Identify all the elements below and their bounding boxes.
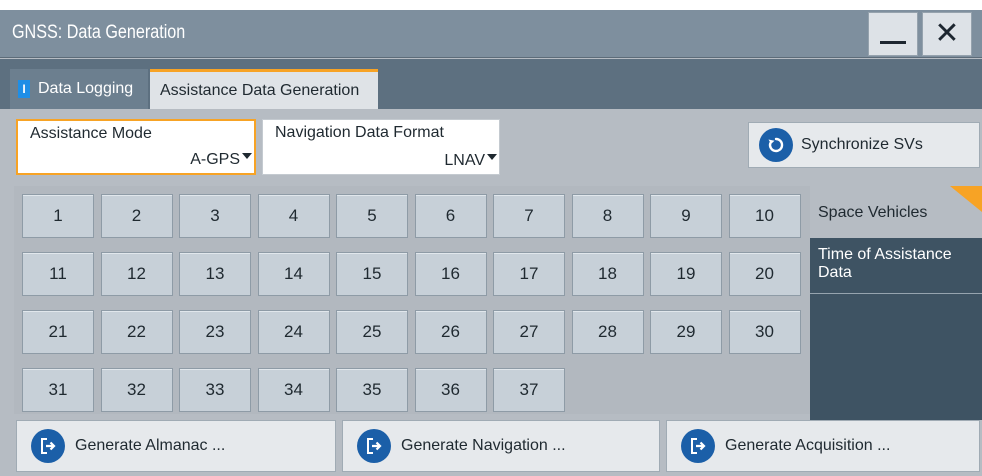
side-menu-space-vehicles[interactable]: Space Vehicles — [810, 186, 982, 238]
sv-button-26[interactable]: 26 — [414, 310, 487, 354]
refresh-icon — [759, 128, 793, 162]
active-marker — [950, 186, 982, 212]
tab-data-logging[interactable]: I Data Logging — [10, 69, 148, 109]
info-indicator-icon: I — [18, 80, 30, 98]
sv-button-32[interactable]: 32 — [100, 368, 173, 412]
sv-button-7[interactable]: 7 — [493, 194, 565, 238]
sv-button-6[interactable]: 6 — [414, 194, 487, 238]
sv-button-30[interactable]: 30 — [728, 310, 801, 354]
sv-button-2[interactable]: 2 — [100, 194, 173, 238]
sv-button-5[interactable]: 5 — [336, 194, 408, 238]
sv-button-1[interactable]: 1 — [22, 194, 94, 238]
sv-button-20[interactable]: 20 — [728, 252, 801, 296]
generate-acquisition-label: Generate Acquisition ... — [725, 437, 891, 454]
sv-button-14[interactable]: 14 — [257, 252, 330, 296]
generate-acquisition-button[interactable]: Generate Acquisition ... — [666, 420, 980, 472]
sv-button-19[interactable]: 19 — [650, 252, 722, 296]
export-icon — [681, 429, 715, 463]
title-bar: GNSS: Data Generation ✕ — [0, 10, 982, 58]
sv-button-23[interactable]: 23 — [179, 310, 251, 354]
sv-button-9[interactable]: 9 — [650, 194, 722, 238]
sv-button-18[interactable]: 18 — [571, 252, 644, 296]
generate-almanac-label: Generate Almanac ... — [75, 437, 226, 454]
sv-button-22[interactable]: 22 — [100, 310, 173, 354]
sv-button-11[interactable]: 11 — [22, 252, 94, 296]
sv-button-31[interactable]: 31 — [22, 368, 94, 412]
sv-button-3[interactable]: 3 — [179, 194, 251, 238]
generate-almanac-button[interactable]: Generate Almanac ... — [16, 420, 336, 472]
sv-button-12[interactable]: 12 — [100, 252, 173, 296]
sv-button-34[interactable]: 34 — [257, 368, 330, 412]
sv-button-25[interactable]: 25 — [336, 310, 408, 354]
gnss-data-generation-window: GNSS: Data Generation ✕ I Data Logging A… — [0, 10, 982, 476]
synchronize-svs-label: Synchronize SVs — [801, 136, 923, 153]
sv-button-35[interactable]: 35 — [336, 368, 408, 412]
tab-strip: I Data Logging Assistance Data Generatio… — [0, 59, 982, 109]
tab-label: Assistance Data Generation — [160, 81, 360, 99]
assistance-mode-select[interactable]: Assistance Mode A-GPS — [16, 119, 256, 175]
navigation-data-format-label: Navigation Data Format — [275, 124, 444, 141]
sv-button-10[interactable]: 10 — [728, 194, 801, 238]
generate-button-bar: Generate Almanac ... Generate Navigation… — [0, 420, 982, 476]
synchronize-svs-button[interactable]: Synchronize SVs — [748, 122, 980, 168]
sv-button-37[interactable]: 37 — [493, 368, 565, 412]
sv-button-21[interactable]: 21 — [22, 310, 94, 354]
side-menu-label: Time of Assistance Data — [818, 246, 952, 281]
export-icon — [31, 429, 65, 463]
side-menu: Space Vehicles Time of Assistance Data — [810, 186, 982, 430]
tab-label: Data Logging — [38, 80, 134, 97]
sv-button-13[interactable]: 13 — [179, 252, 251, 296]
side-menu-label: Space Vehicles — [818, 204, 928, 221]
minimize-icon — [880, 40, 906, 44]
assistance-mode-value: A-GPS — [190, 151, 240, 168]
sv-button-15[interactable]: 15 — [336, 252, 408, 296]
close-button[interactable]: ✕ — [922, 12, 972, 56]
navigation-data-format-select[interactable]: Navigation Data Format LNAV — [262, 119, 500, 175]
side-menu-time-of-assistance-data[interactable]: Time of Assistance Data — [810, 240, 982, 294]
sv-button-27[interactable]: 27 — [493, 310, 565, 354]
navigation-data-format-value: LNAV — [444, 152, 485, 169]
space-vehicle-grid: 1 2 3 4 5 6 7 8 9 10 11 12 13 14 15 16 17 18 19 20 21 22 23 24 2… — [14, 186, 810, 414]
sv-button-8[interactable]: 8 — [571, 194, 644, 238]
sv-button-36[interactable]: 36 — [414, 368, 487, 412]
sv-button-24[interactable]: 24 — [257, 310, 330, 354]
tab-assistance-data-generation[interactable]: Assistance Data Generation — [150, 69, 378, 109]
sv-button-16[interactable]: 16 — [414, 252, 487, 296]
generate-navigation-button[interactable]: Generate Navigation ... — [342, 420, 660, 472]
window-title: GNSS: Data Generation — [12, 22, 186, 43]
dropdown-arrow-icon — [487, 154, 497, 160]
export-icon — [357, 429, 391, 463]
sv-button-28[interactable]: 28 — [571, 310, 644, 354]
sv-button-17[interactable]: 17 — [493, 252, 565, 296]
assistance-mode-label: Assistance Mode — [30, 125, 152, 142]
close-icon: ✕ — [934, 16, 960, 51]
sv-button-33[interactable]: 33 — [179, 368, 251, 412]
dropdown-arrow-icon — [242, 153, 252, 159]
minimize-button[interactable] — [868, 12, 918, 56]
sv-button-29[interactable]: 29 — [650, 310, 722, 354]
generate-navigation-label: Generate Navigation ... — [401, 437, 566, 454]
sv-button-4[interactable]: 4 — [257, 194, 330, 238]
